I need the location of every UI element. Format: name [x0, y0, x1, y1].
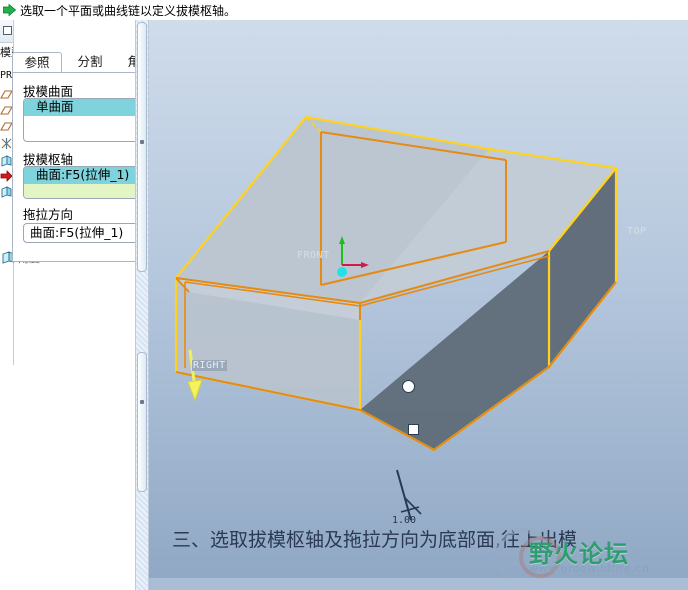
scrollbar-thumb-upper[interactable] [137, 22, 147, 272]
tab-split[interactable]: 分割 [67, 52, 113, 73]
datum-label-top: TOP [627, 226, 647, 237]
watermark: 野火论坛 www.proewildfire.cn [493, 518, 688, 578]
splitter-grip-dot-lower [140, 400, 144, 404]
splitter-grip-dot [140, 140, 144, 144]
tab-references[interactable]: 参照 [12, 52, 62, 73]
angle-leader [396, 469, 422, 521]
model-tree-checkbox-icon[interactable] [3, 26, 12, 35]
model-geometry [174, 115, 618, 521]
drag-handle-square[interactable] [408, 424, 419, 435]
status-message-bar: 选取一个平面或曲线链以定义拔模枢轴。 [0, 0, 688, 21]
pull-direction-label: 拖拉方向 [23, 207, 74, 222]
watermark-url: www.proewildfire.cn [529, 562, 650, 575]
scrollbar-thumb-lower[interactable] [137, 352, 147, 492]
viewport-bottom-strip [149, 578, 688, 590]
green-arrow-icon [3, 4, 16, 16]
graphics-viewport[interactable]: FRONT TOP RIGHT 1.00 [149, 20, 688, 590]
datum-label-front: FRONT [297, 250, 330, 261]
left-pane-background-lower [0, 262, 135, 590]
status-message-text: 选取一个平面或曲线链以定义拔模枢轴。 [20, 4, 237, 18]
application-window: 选取一个平面或曲线链以定义拔模枢轴。 1个平面 1个平面 [0, 0, 688, 590]
drag-handle-round[interactable] [402, 380, 415, 393]
datum-label-right: RIGHT [192, 360, 227, 371]
model-tree-toolbar [0, 20, 13, 43]
